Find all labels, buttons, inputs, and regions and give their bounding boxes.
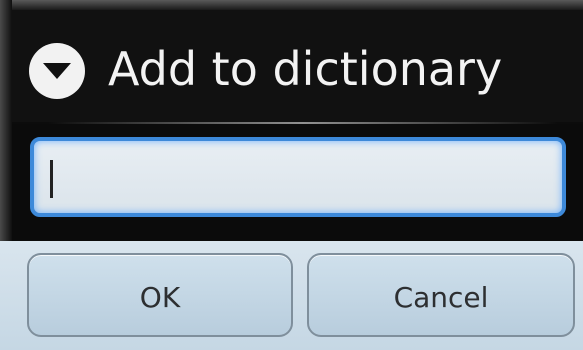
dialog-title: Add to dictionary <box>108 42 503 96</box>
dictionary-word-input[interactable] <box>30 137 566 217</box>
chevron-down-circle-icon <box>29 43 85 99</box>
add-to-dictionary-dialog: Add to dictionary OK Cancel <box>0 0 583 350</box>
dialog-top-edge <box>0 0 583 10</box>
cancel-button[interactable]: Cancel <box>307 253 575 337</box>
ok-button[interactable]: OK <box>27 253 293 337</box>
text-cursor <box>50 160 53 198</box>
